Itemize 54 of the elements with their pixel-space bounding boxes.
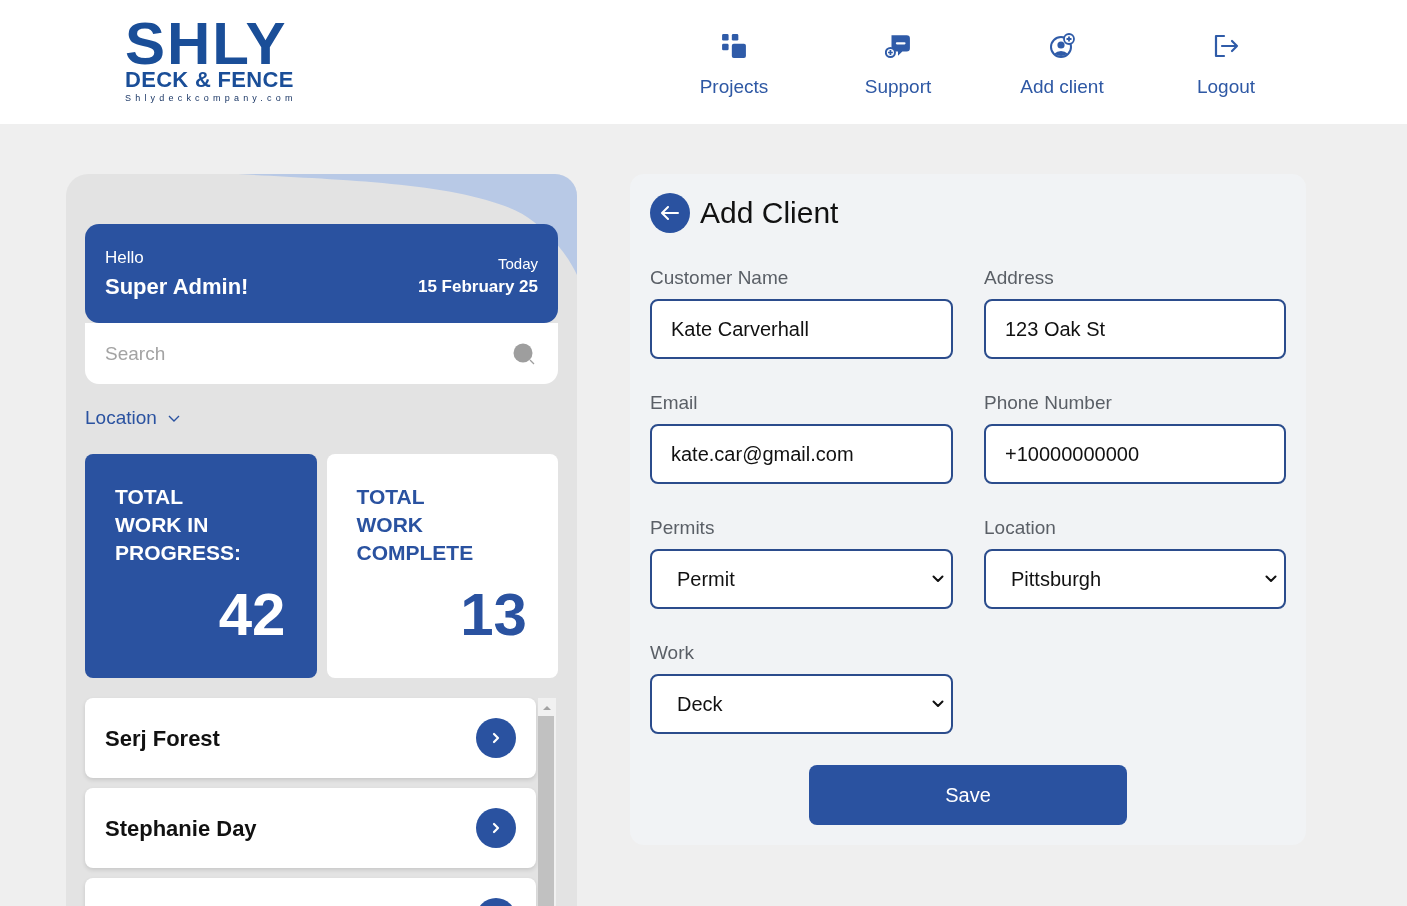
nav-link[interactable]: Projects (652, 33, 816, 99)
dropdown[interactable]: Deck (650, 674, 953, 734)
location-filter[interactable]: Location (85, 406, 180, 430)
chevron-down-icon (167, 414, 180, 422)
chevron-down-icon (932, 700, 944, 708)
logo-tagline: DECK & FENCE (125, 68, 294, 92)
back-button[interactable] (650, 193, 690, 233)
stat-label: TOTAL WORK IN PROGRESS: (115, 484, 243, 566)
arrow-left-icon (661, 206, 679, 220)
chevron-right-icon (492, 732, 500, 744)
open-client-button[interactable] (476, 808, 516, 848)
field-label: Email (650, 392, 699, 414)
greeting-text: Hello (105, 247, 145, 268)
field-label: Phone Number (984, 392, 1113, 414)
field-label: Customer Name (650, 267, 790, 289)
nav-link[interactable]: Add client (980, 33, 1144, 99)
user-name: Super Admin! (105, 273, 249, 300)
user-plus-icon (1049, 33, 1075, 59)
stat-label: TOTAL WORK COMPLETE (356, 484, 475, 566)
save-button[interactable]: Save (809, 765, 1127, 825)
logo-wordmark: SHLY (125, 21, 288, 67)
chevron-down-icon (1265, 575, 1277, 583)
search-icon[interactable] (513, 342, 535, 365)
client-card[interactable]: Serj Forest (85, 698, 536, 778)
input-field[interactable]: 123 Oak St (984, 299, 1286, 359)
field-label: Permits (650, 517, 716, 539)
chat-plus-icon (885, 33, 911, 59)
field-label: Location (984, 517, 1057, 539)
nav-link[interactable]: Logout (1144, 33, 1308, 99)
form-title: Add Client (700, 195, 839, 231)
chevron-down-icon (932, 575, 944, 583)
input-field[interactable]: kate.car@gmail.com (650, 424, 953, 484)
stat-value: 13 (460, 583, 527, 647)
date-label: Today (497, 254, 538, 273)
input-field[interactable]: +10000000000 (984, 424, 1286, 484)
scrollbar-thumb[interactable] (538, 716, 554, 906)
chevron-right-icon (492, 822, 500, 834)
field-label: Address (984, 267, 1055, 289)
open-client-button[interactable] (476, 718, 516, 758)
dropdown[interactable]: Permit (650, 549, 953, 609)
client-name: Stephanie Day (105, 814, 257, 843)
search-field[interactable]: Search (85, 323, 558, 384)
client-card[interactable]: Stephanie Day (85, 788, 536, 868)
stat-value: 42 (218, 583, 286, 647)
logout-icon (1213, 33, 1239, 59)
input-field[interactable]: Kate Carverhall (650, 299, 953, 359)
client-name: Serj Forest (105, 724, 220, 753)
grid-icon (721, 33, 747, 59)
field-label: Work (650, 642, 695, 664)
date-text: 15 February 25 (418, 276, 538, 297)
search-input[interactable]: Search (105, 338, 501, 369)
logo-website: Shlydeckcompany.com (125, 92, 297, 104)
dropdown[interactable]: Pittsburgh (984, 549, 1286, 609)
nav-link[interactable]: Support (816, 33, 980, 99)
